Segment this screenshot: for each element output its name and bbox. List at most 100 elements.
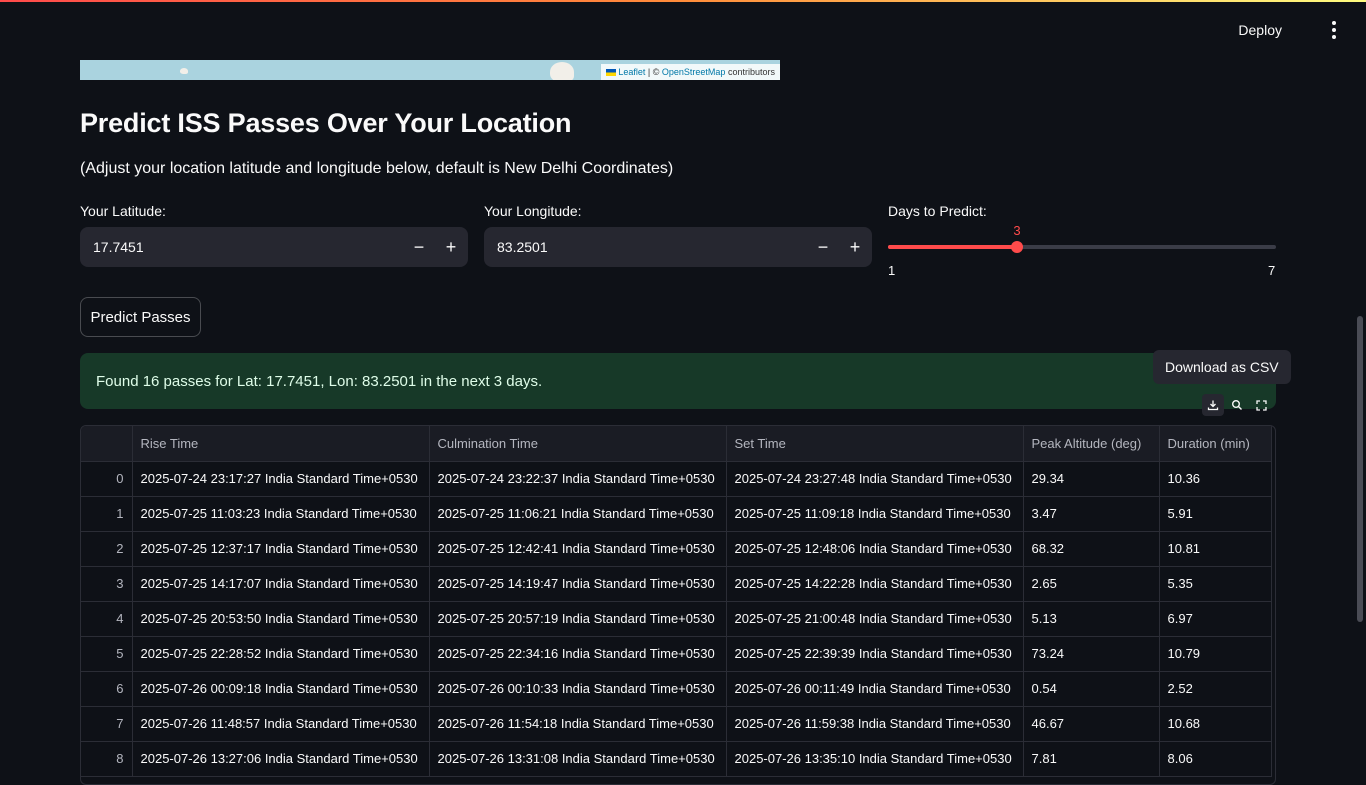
search-icon[interactable]	[1226, 394, 1248, 416]
table-cell[interactable]: 2025-07-25 14:17:07 India Standard Time+…	[132, 566, 430, 602]
table-cell[interactable]: 2025-07-26 13:35:10 India Standard Time+…	[726, 741, 1024, 777]
row-index[interactable]: 5	[81, 636, 133, 672]
column-header[interactable]: Peak Altitude (deg)	[1023, 426, 1160, 462]
table-cell[interactable]: 2025-07-25 14:19:47 India Standard Time+…	[429, 566, 727, 602]
leaflet-link[interactable]: Leaflet	[618, 67, 645, 77]
table-cell[interactable]: 46.67	[1023, 706, 1160, 742]
table-cell[interactable]: 2025-07-25 11:03:23 India Standard Time+…	[132, 496, 430, 532]
table-cell[interactable]: 10.36	[1159, 461, 1272, 497]
table-cell[interactable]: 2025-07-26 11:59:38 India Standard Time+…	[726, 706, 1024, 742]
table-cell[interactable]: 2025-07-25 11:09:18 India Standard Time+…	[726, 496, 1024, 532]
row-index[interactable]: 3	[81, 566, 133, 602]
table-cell[interactable]: 2025-07-25 11:06:21 India Standard Time+…	[429, 496, 727, 532]
days-slider-thumb[interactable]	[1011, 241, 1024, 253]
download-icon[interactable]	[1202, 394, 1224, 416]
table-cell[interactable]: 2025-07-25 21:00:48 India Standard Time+…	[726, 601, 1024, 637]
table-cell[interactable]: 2025-07-26 00:09:18 India Standard Time+…	[132, 671, 430, 707]
table-cell[interactable]: 2.52	[1159, 671, 1272, 707]
kebab-menu-icon[interactable]	[1326, 20, 1342, 40]
table-row[interactable]: 0 2025-07-24 23:17:27 India Standard Time…	[81, 461, 1272, 497]
table-cell[interactable]: 7.81	[1023, 741, 1160, 777]
table-cell[interactable]: 2025-07-25 14:22:28 India Standard Time+…	[726, 566, 1024, 602]
table-cell[interactable]: 2025-07-24 23:17:27 India Standard Time+…	[132, 461, 430, 497]
table-cell[interactable]: 5.13	[1023, 601, 1160, 637]
table-cell[interactable]: 2.65	[1023, 566, 1160, 602]
table-toolbar	[1202, 394, 1276, 418]
row-index[interactable]: 1	[81, 496, 133, 532]
days-label: Days to Predict:	[888, 203, 987, 219]
table-cell[interactable]: 2025-07-26 00:11:49 India Standard Time+…	[726, 671, 1024, 707]
map-attribution: Leaflet | © OpenStreetMap contributors	[601, 64, 780, 80]
row-index[interactable]: 0	[81, 461, 133, 497]
table-cell[interactable]: 2025-07-26 11:54:18 India Standard Time+…	[429, 706, 727, 742]
map-view[interactable]: Leaflet | © OpenStreetMap contributors	[80, 60, 780, 80]
predict-passes-button[interactable]: Predict Passes	[80, 297, 201, 337]
column-header[interactable]: Set Time	[726, 426, 1024, 462]
table-cell[interactable]: 2025-07-24 23:27:48 India Standard Time+…	[726, 461, 1024, 497]
table-cell[interactable]: 2025-07-25 20:53:50 India Standard Time+…	[132, 601, 430, 637]
table-row[interactable]: 3 2025-07-25 14:17:07 India Standard Time…	[81, 566, 1272, 602]
table-cell[interactable]: 2025-07-25 12:48:06 India Standard Time+…	[726, 531, 1024, 567]
latitude-increment-button[interactable]: +	[435, 227, 467, 267]
table-cell[interactable]: 2025-07-26 13:27:06 India Standard Time+…	[132, 741, 430, 777]
table-cell[interactable]: 2025-07-25 22:28:52 India Standard Time+…	[132, 636, 430, 672]
table-cell[interactable]: 2025-07-26 13:31:08 India Standard Time+…	[429, 741, 727, 777]
table-cell[interactable]: 2025-07-25 22:34:16 India Standard Time+…	[429, 636, 727, 672]
table-row[interactable]: 7 2025-07-26 11:48:57 India Standard Time…	[81, 706, 1272, 742]
attribution-tail: contributors	[727, 67, 775, 77]
latitude-value[interactable]: 17.7451	[93, 237, 144, 257]
days-slider-fill	[888, 245, 1018, 249]
longitude-increment-button[interactable]: +	[839, 227, 871, 267]
table-cell[interactable]: 0.54	[1023, 671, 1160, 707]
days-slider-track[interactable]	[888, 245, 1276, 249]
page-scrollbar[interactable]	[1357, 316, 1363, 622]
table-cell[interactable]: 5.91	[1159, 496, 1272, 532]
table-cell[interactable]: 2025-07-24 23:22:37 India Standard Time+…	[429, 461, 727, 497]
page-subtitle: (Adjust your location latitude and longi…	[80, 160, 674, 177]
row-index[interactable]: 7	[81, 706, 133, 742]
fullscreen-icon[interactable]	[1250, 394, 1272, 416]
table-cell[interactable]: 3.47	[1023, 496, 1160, 532]
table-cell[interactable]: 2025-07-26 00:10:33 India Standard Time+…	[429, 671, 727, 707]
passes-table[interactable]: Rise Time Culmination Time Set Time Peak Al…	[80, 425, 1276, 785]
row-index[interactable]: 6	[81, 671, 133, 707]
table-cell[interactable]: 29.34	[1023, 461, 1160, 497]
row-index[interactable]: 4	[81, 601, 133, 637]
table-row[interactable]: 1 2025-07-25 11:03:23 India Standard Time…	[81, 496, 1272, 532]
index-column-header[interactable]	[81, 426, 133, 462]
table-cell[interactable]: 2025-07-25 12:42:41 India Standard Time+…	[429, 531, 727, 567]
latitude-decrement-button[interactable]: −	[403, 227, 435, 267]
longitude-input[interactable]: 83.2501 − +	[484, 227, 872, 267]
table-row[interactable]: 8 2025-07-26 13:27:06 India Standard Time…	[81, 741, 1272, 777]
column-header[interactable]: Duration (min)	[1159, 426, 1272, 462]
table-cell[interactable]: 5.35	[1159, 566, 1272, 602]
deploy-button[interactable]: Deploy	[1238, 20, 1282, 40]
days-slider-max: 7	[1268, 263, 1276, 278]
row-index[interactable]: 2	[81, 531, 133, 567]
latitude-input[interactable]: 17.7451 − +	[80, 227, 468, 267]
longitude-value[interactable]: 83.2501	[497, 237, 548, 257]
table-row[interactable]: 5 2025-07-25 22:28:52 India Standard Time…	[81, 636, 1272, 672]
column-header[interactable]: Culmination Time	[429, 426, 727, 462]
table-row[interactable]: 4 2025-07-25 20:53:50 India Standard Time…	[81, 601, 1272, 637]
latitude-label: Your Latitude:	[80, 203, 166, 219]
app-header: Deploy	[0, 2, 1366, 58]
table-cell[interactable]: 10.68	[1159, 706, 1272, 742]
table-row[interactable]: 2 2025-07-25 12:37:17 India Standard Time…	[81, 531, 1272, 567]
table-row[interactable]: 6 2025-07-26 00:09:18 India Standard Time…	[81, 671, 1272, 707]
table-cell[interactable]: 10.81	[1159, 531, 1272, 567]
days-slider-value: 3	[1013, 223, 1021, 238]
longitude-decrement-button[interactable]: −	[807, 227, 839, 267]
table-cell[interactable]: 2025-07-25 20:57:19 India Standard Time+…	[429, 601, 727, 637]
table-cell[interactable]: 6.97	[1159, 601, 1272, 637]
table-cell[interactable]: 73.24	[1023, 636, 1160, 672]
column-header[interactable]: Rise Time	[132, 426, 430, 462]
row-index[interactable]: 8	[81, 741, 133, 777]
table-cell[interactable]: 8.06	[1159, 741, 1272, 777]
openstreetmap-link[interactable]: OpenStreetMap	[662, 67, 726, 77]
table-cell[interactable]: 2025-07-26 11:48:57 India Standard Time+…	[132, 706, 430, 742]
table-cell[interactable]: 2025-07-25 22:39:39 India Standard Time+…	[726, 636, 1024, 672]
table-cell[interactable]: 2025-07-25 12:37:17 India Standard Time+…	[132, 531, 430, 567]
table-cell[interactable]: 68.32	[1023, 531, 1160, 567]
table-cell[interactable]: 10.79	[1159, 636, 1272, 672]
